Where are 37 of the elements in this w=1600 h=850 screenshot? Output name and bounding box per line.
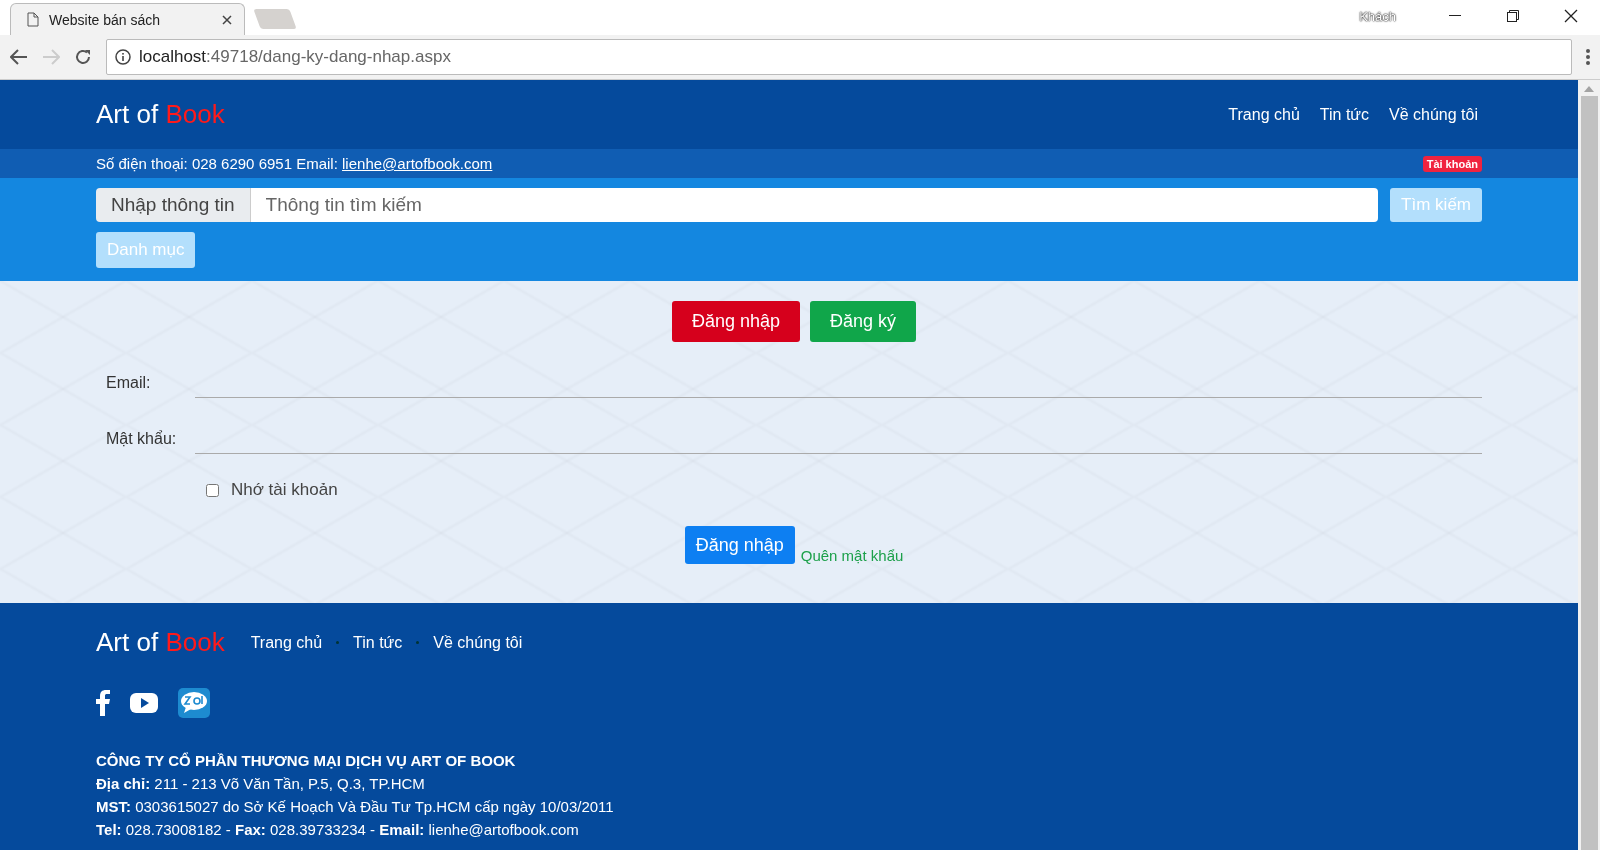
nav-link[interactable]: Tin tức <box>1319 105 1370 124</box>
scrollbar-thumb[interactable] <box>1580 96 1598 850</box>
facebook-icon[interactable] <box>96 690 110 716</box>
close-icon[interactable] <box>222 14 232 25</box>
nav-link[interactable]: Trang chủ <box>1228 105 1300 124</box>
youtube-icon[interactable] <box>130 693 158 713</box>
restore-icon[interactable] <box>1507 10 1519 22</box>
contact-info: Số điện thoại: 028 6290 6951 Email: lienhe@artofbook.com <box>96 155 493 172</box>
email-link[interactable]: lienhe@artofbook.com <box>342 155 493 172</box>
browser-tab[interactable]: Website bán sách <box>10 3 245 35</box>
nav-link[interactable]: Về chúng tôi <box>1389 105 1478 124</box>
menu-icon[interactable] <box>1586 49 1590 65</box>
brand-logo[interactable]: Art of Book <box>96 627 225 658</box>
info-icon <box>115 49 131 65</box>
page-icon <box>27 12 39 27</box>
address-bar[interactable]: localhost:49718/dang-ky-dang-nhap.aspx <box>106 39 1572 75</box>
auth-tab[interactable]: Đăng nhập <box>671 301 800 342</box>
checkbox-label: Nhớ tài khoản <box>231 480 338 500</box>
company-info-line: MST: 0303615027 do Sở Kế Hoạch Và Đầu Tư Tp.HCM cấp ngày 10/03/2011 <box>96 798 615 815</box>
minimize-icon[interactable] <box>1449 15 1461 17</box>
zalo-icon[interactable] <box>178 688 210 718</box>
footer-link[interactable]: Tin tức <box>353 633 403 652</box>
company-name: CÔNG TY CỔ PHẦN THƯƠNG MẠI DỊCH VỤ ART OF BOOK <box>96 752 517 769</box>
brand-logo[interactable]: Art of Book <box>96 99 225 130</box>
reload-icon[interactable] <box>74 48 92 66</box>
footer-link[interactable]: Trang chủ <box>250 633 323 652</box>
profile-name[interactable]: Khách <box>1359 8 1396 24</box>
company-info-line: Tel: 028.73008182 - Fax: 028.39733234 - Email: lienhe@artofbook.com <box>96 821 580 838</box>
company-info-line: Địa chỉ: 211 - 213 Võ Văn Tần, P.5, Q.3, TP.HCM <box>96 775 426 792</box>
login-button[interactable]: Đăng nhập <box>684 526 795 564</box>
close-icon[interactable] <box>1564 9 1578 23</box>
back-arrow-icon[interactable] <box>10 49 28 65</box>
field-label: Mật khẩu: <box>106 430 178 449</box>
footer-link[interactable]: Về chúng tôi <box>433 633 523 652</box>
remember-checkbox[interactable] <box>206 483 219 497</box>
account-badge[interactable]: Tài khoản <box>1422 155 1482 172</box>
field-label: Email: <box>106 374 152 393</box>
